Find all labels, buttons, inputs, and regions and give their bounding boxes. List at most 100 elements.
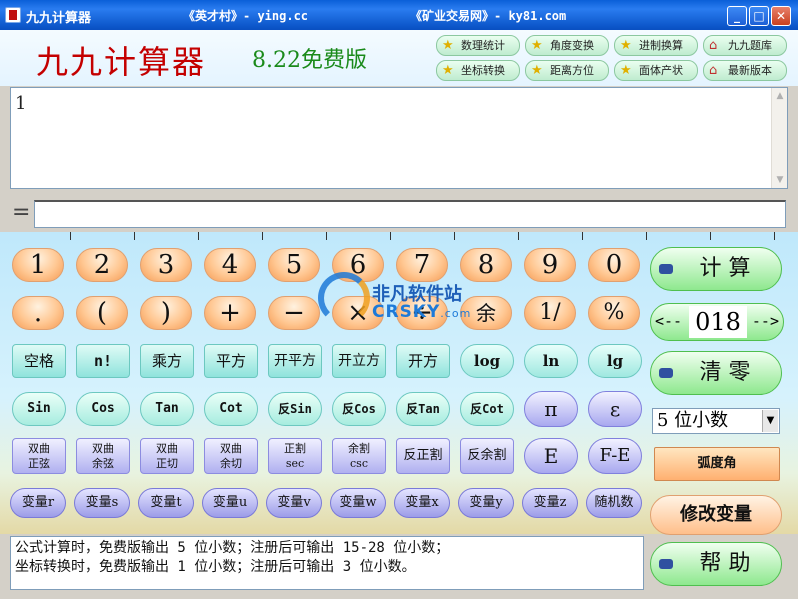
tool-button-coord[interactable]: ★ 坐标转换	[436, 60, 520, 81]
result-field[interactable]	[34, 200, 786, 228]
house-icon: ⌂	[709, 38, 718, 53]
key-asin[interactable]: 反Sin	[268, 392, 322, 426]
key-sinh[interactable]: 双曲 正弦	[12, 438, 66, 474]
key-sec[interactable]: 正割 sec	[268, 438, 322, 474]
key-cot[interactable]: Cot	[204, 392, 258, 426]
key-space[interactable]: 空格	[12, 344, 66, 378]
key-coth[interactable]: 双曲 余切	[204, 438, 258, 474]
key-cbrt[interactable]: 开立方	[332, 344, 386, 378]
edit-variables-button[interactable]: 修改变量	[650, 495, 782, 535]
watermark-logo-icon	[318, 272, 370, 324]
close-button[interactable]: ✕	[771, 6, 791, 26]
expression-input[interactable]: 1 ▲ ▼	[10, 87, 788, 189]
decimal-places-select[interactable]: 5 位小数 ▼	[652, 408, 780, 434]
key-factorial[interactable]: n!	[76, 344, 130, 378]
key-close-paren[interactable]: )	[140, 296, 192, 330]
key-var-r[interactable]: 变量r	[10, 488, 66, 518]
key-3[interactable]: 3	[140, 248, 192, 282]
key-f-e[interactable]: F-E	[588, 438, 642, 474]
history-prev-button[interactable]: <--	[655, 312, 682, 330]
result-row: =	[0, 196, 798, 232]
key-cosh[interactable]: 双曲 余弦	[76, 438, 130, 474]
tool-button-stats[interactable]: ★ 数理统计	[436, 35, 520, 56]
tool-button-latest[interactable]: ⌂ 最新版本	[703, 60, 787, 81]
key-5[interactable]: 5	[268, 248, 320, 282]
clear-button[interactable]: 清 零	[650, 351, 782, 395]
key-e[interactable]: E	[524, 438, 578, 474]
tool-button-attitude[interactable]: ★ 面体产状	[614, 60, 698, 81]
key-acsc[interactable]: 反余割	[460, 438, 514, 474]
key-random[interactable]: 随机数	[586, 488, 642, 518]
key-lg[interactable]: lg	[588, 344, 642, 378]
car-icon	[659, 559, 673, 569]
key-plus[interactable]: +	[204, 296, 256, 330]
watermark-en: CRSKY.com	[372, 302, 472, 322]
sponsor-link-1: 《英才村》- ying.cc	[183, 9, 309, 23]
key-minus[interactable]: −	[268, 296, 320, 330]
sponsor-link-2: 《矿业交易网》- ky81.com	[410, 9, 567, 23]
calculate-button[interactable]: 计 算	[650, 247, 782, 291]
key-var-y[interactable]: 变量y	[458, 488, 514, 518]
key-var-u[interactable]: 变量u	[202, 488, 258, 518]
key-log[interactable]: log	[460, 344, 514, 378]
star-icon: ★	[531, 38, 543, 53]
key-pi[interactable]: π	[524, 391, 578, 427]
key-square[interactable]: 平方	[204, 344, 258, 378]
info-line-1: 公式计算时，免费版输出 5 位小数；注册后可输出 15-28 位小数；	[15, 540, 450, 556]
tool-button-question-bank[interactable]: ⌂ 九九题库	[703, 35, 787, 56]
key-dot[interactable]: .	[12, 296, 64, 330]
key-tanh[interactable]: 双曲 正切	[140, 438, 194, 474]
key-asec[interactable]: 反正割	[396, 438, 450, 474]
expression-text: 1	[15, 93, 27, 114]
car-icon	[659, 368, 673, 378]
key-root[interactable]: 开方	[396, 344, 450, 378]
header: 九九计算器 8.22免费版 ★ 数理统计 ★ 角度变换 ★ 进制换算 ⌂ 九九题库 ★ 坐…	[0, 30, 798, 86]
key-tan[interactable]: Tan	[140, 392, 194, 426]
angle-mode-button[interactable]: 弧度角	[654, 447, 780, 481]
key-2[interactable]: 2	[76, 248, 128, 282]
car-icon	[659, 264, 673, 274]
key-open-paren[interactable]: (	[76, 296, 128, 330]
tool-button-base[interactable]: ★ 进制换算	[614, 35, 698, 56]
help-button[interactable]: 帮 助	[650, 542, 782, 586]
key-sqrt[interactable]: 开平方	[268, 344, 322, 378]
house-icon: ⌂	[709, 63, 718, 78]
key-var-x[interactable]: 变量x	[394, 488, 450, 518]
equals-sign: =	[12, 200, 31, 225]
key-var-t[interactable]: 变量t	[138, 488, 194, 518]
key-percent[interactable]: %	[588, 296, 640, 330]
key-var-w[interactable]: 变量w	[330, 488, 386, 518]
key-sin[interactable]: Sin	[12, 392, 66, 426]
key-atan[interactable]: 反Tan	[396, 392, 450, 426]
app-icon	[5, 7, 21, 23]
key-var-s[interactable]: 变量s	[74, 488, 130, 518]
tool-button-angle[interactable]: ★ 角度变换	[525, 35, 609, 56]
minimize-button[interactable]: _	[727, 6, 747, 26]
chevron-down-icon[interactable]: ▼	[762, 410, 778, 432]
key-ln[interactable]: ln	[524, 344, 578, 378]
title-bar: 九九计算器 《英才村》- ying.cc 《矿业交易网》- ky81.com _…	[0, 0, 798, 30]
tool-button-distance[interactable]: ★ 距离方位	[525, 60, 609, 81]
key-power[interactable]: 乘方	[140, 344, 194, 378]
key-reciprocal[interactable]: 1/	[524, 296, 576, 330]
key-acot[interactable]: 反Cot	[460, 392, 514, 426]
scroll-up-icon[interactable]: ▲	[774, 90, 786, 102]
info-message-box: 公式计算时，免费版输出 5 位小数；注册后可输出 15-28 位小数； 坐标转换…	[10, 536, 644, 590]
key-csc[interactable]: 余割 csc	[332, 438, 386, 474]
history-next-button[interactable]: -->	[752, 312, 779, 330]
maximize-button[interactable]: □	[749, 6, 769, 26]
key-9[interactable]: 9	[524, 248, 576, 282]
scroll-down-icon[interactable]: ▼	[774, 174, 786, 186]
key-var-v[interactable]: 变量v	[266, 488, 322, 518]
key-cos[interactable]: Cos	[76, 392, 130, 426]
window-title: 九九计算器	[26, 11, 92, 26]
key-epsilon[interactable]: ε	[588, 391, 642, 427]
key-0[interactable]: 0	[588, 248, 640, 282]
key-acos[interactable]: 反Cos	[332, 392, 386, 426]
key-var-z[interactable]: 变量z	[522, 488, 578, 518]
vertical-scrollbar[interactable]: ▲ ▼	[771, 88, 787, 188]
star-icon: ★	[620, 38, 632, 53]
watermark: 非凡软件站 CRSKY.com	[318, 272, 488, 332]
key-1[interactable]: 1	[12, 248, 64, 282]
key-4[interactable]: 4	[204, 248, 256, 282]
